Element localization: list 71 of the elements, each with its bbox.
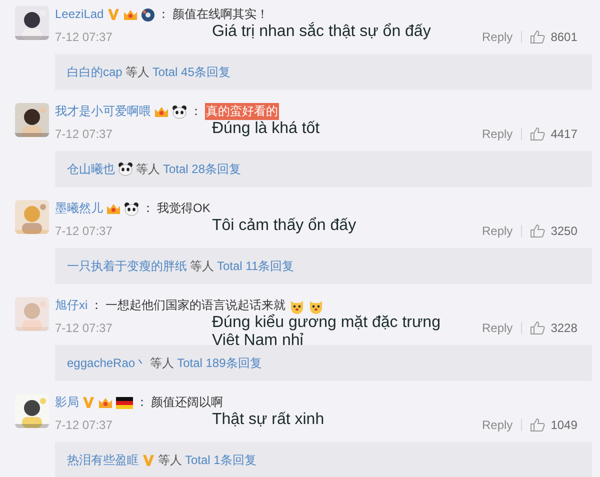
verified-v-icon: [82, 396, 95, 409]
reply-button[interactable]: Reply: [482, 125, 513, 143]
reply-thread-bar[interactable]: 热泪有些盈眶 等人 Total 1条回复: [55, 442, 592, 477]
reply-thread-bar[interactable]: 白白的cap 等人 Total 45条回复: [55, 54, 592, 90]
panda-icon: [124, 202, 139, 216]
username[interactable]: LeeziLad: [55, 6, 104, 23]
reply-button[interactable]: Reply: [482, 222, 513, 240]
comment-text: 真的蛮好看的: [205, 103, 279, 120]
thumbs-up-icon[interactable]: [530, 418, 545, 432]
like-count: 3250: [550, 223, 578, 240]
comment-date: 7-12 07:37: [55, 320, 114, 337]
crown-icon: [122, 8, 138, 22]
username[interactable]: 墨曦然儿: [55, 200, 103, 217]
colon: ：: [142, 200, 154, 217]
others-label: 等人: [125, 64, 150, 81]
thumbs-up-icon[interactable]: [530, 30, 545, 44]
colon: ：: [190, 103, 202, 120]
comment-text: 一想起他们国家的语言说起话来就: [106, 297, 286, 314]
reply-total: Total 28条回复: [163, 161, 242, 178]
reply-thread-bar[interactable]: 一只执着于变瘦的胖纸 等人 Total 11条回复: [55, 248, 592, 284]
comment-date: 7-12 07:37: [55, 126, 114, 143]
like-count: 1049: [550, 417, 578, 434]
reply-total: Total 189条回复: [177, 355, 262, 372]
colon: ：: [158, 6, 170, 23]
verified-v-icon: [142, 454, 155, 466]
comment-date: 7-12 07:37: [55, 223, 114, 240]
reply-thread-bar[interactable]: eggacheRao丶 等人 Total 189条回复: [55, 345, 592, 381]
comment-text: 我觉得OK: [157, 200, 210, 217]
replier-name: 一只执着于变瘦的胖纸: [67, 258, 187, 275]
colon: ：: [136, 394, 148, 411]
replier-name: eggacheRao丶: [67, 355, 148, 372]
replier-name: 白白的cap: [67, 64, 122, 81]
crown-icon: [98, 396, 113, 410]
thumbs-up-icon[interactable]: [530, 224, 545, 238]
comment-text: 颜值还阔以啊: [151, 394, 223, 411]
others-label: 等人: [190, 258, 214, 275]
reply-button[interactable]: Reply: [482, 319, 513, 337]
others-label: 等人: [158, 452, 182, 469]
translation-text: Thật sự rất xinh: [212, 411, 326, 429]
comment-date: 7-12 07:37: [55, 29, 114, 46]
replier-name: 热泪有些盈眶: [67, 452, 139, 469]
reply-button[interactable]: Reply: [482, 416, 513, 434]
reply-thread-bar[interactable]: 仓山曦也 等人 Total 28条回复: [55, 151, 592, 187]
reply-total: Total 1条回复: [185, 452, 256, 469]
username[interactable]: 影局: [55, 394, 79, 411]
comment-date: 7-12 07:37: [55, 417, 114, 434]
crown-icon: [106, 202, 121, 216]
username[interactable]: 旭仔xi: [55, 297, 88, 314]
panda-icon: [118, 162, 133, 176]
thumbs-up-icon[interactable]: [530, 127, 545, 141]
like-count: 4417: [550, 126, 578, 143]
colon: ：: [90, 297, 103, 314]
translation-text: Tôi cảm thấy ổn đấy: [212, 217, 358, 235]
replier-name: 仓山曦也: [67, 161, 115, 178]
flag-icon: [116, 396, 133, 408]
like-count: 8601: [550, 29, 578, 46]
reply-total: Total 11条回复: [217, 258, 294, 275]
reply-button[interactable]: Reply: [482, 28, 513, 46]
username[interactable]: 我才是小可爱啊喂: [55, 103, 151, 120]
others-label: 等人: [150, 355, 174, 372]
others-label: 等人: [136, 161, 160, 178]
comment-text: 颜值在线啊其实！: [172, 6, 269, 23]
translation-text: Giá trị nhan sắc thật sự ổn đấy: [212, 23, 432, 41]
panda-icon: [172, 104, 187, 118]
like-count: 3228: [550, 320, 578, 337]
translation-text: Đúng là khá tốt: [212, 120, 321, 138]
verified-v-icon: [106, 8, 120, 21]
ball-icon: [140, 8, 155, 22]
crown-icon: [154, 104, 169, 118]
reply-total: Total 45条回复: [152, 64, 230, 81]
thumbs-up-icon[interactable]: [530, 321, 545, 335]
